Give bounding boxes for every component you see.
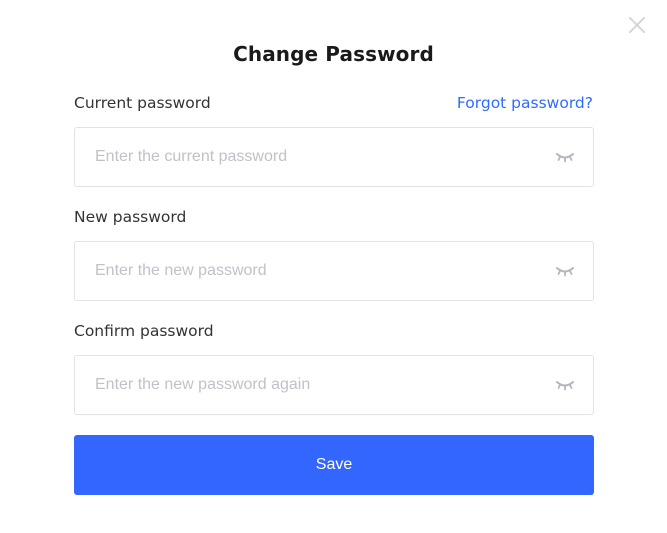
dialog-title: Change Password bbox=[233, 42, 434, 66]
eye-closed-icon[interactable] bbox=[555, 150, 575, 164]
confirm-password-field-wrapper bbox=[74, 355, 594, 415]
eye-closed-icon[interactable] bbox=[555, 378, 575, 392]
current-password-label: Current password bbox=[74, 94, 211, 112]
new-password-label: New password bbox=[74, 208, 187, 226]
confirm-password-input[interactable] bbox=[95, 356, 535, 414]
eye-closed-icon[interactable] bbox=[555, 264, 575, 278]
new-password-field-wrapper bbox=[74, 241, 594, 301]
new-password-input[interactable] bbox=[95, 242, 535, 300]
current-password-field-wrapper bbox=[74, 127, 594, 187]
change-password-dialog: Change Password Current password Forgot … bbox=[0, 0, 667, 533]
confirm-password-label: Confirm password bbox=[74, 322, 214, 340]
close-icon[interactable] bbox=[627, 15, 647, 35]
save-button[interactable]: Save bbox=[74, 435, 594, 495]
current-password-input[interactable] bbox=[95, 128, 535, 186]
forgot-password-link[interactable]: Forgot password? bbox=[457, 94, 593, 112]
